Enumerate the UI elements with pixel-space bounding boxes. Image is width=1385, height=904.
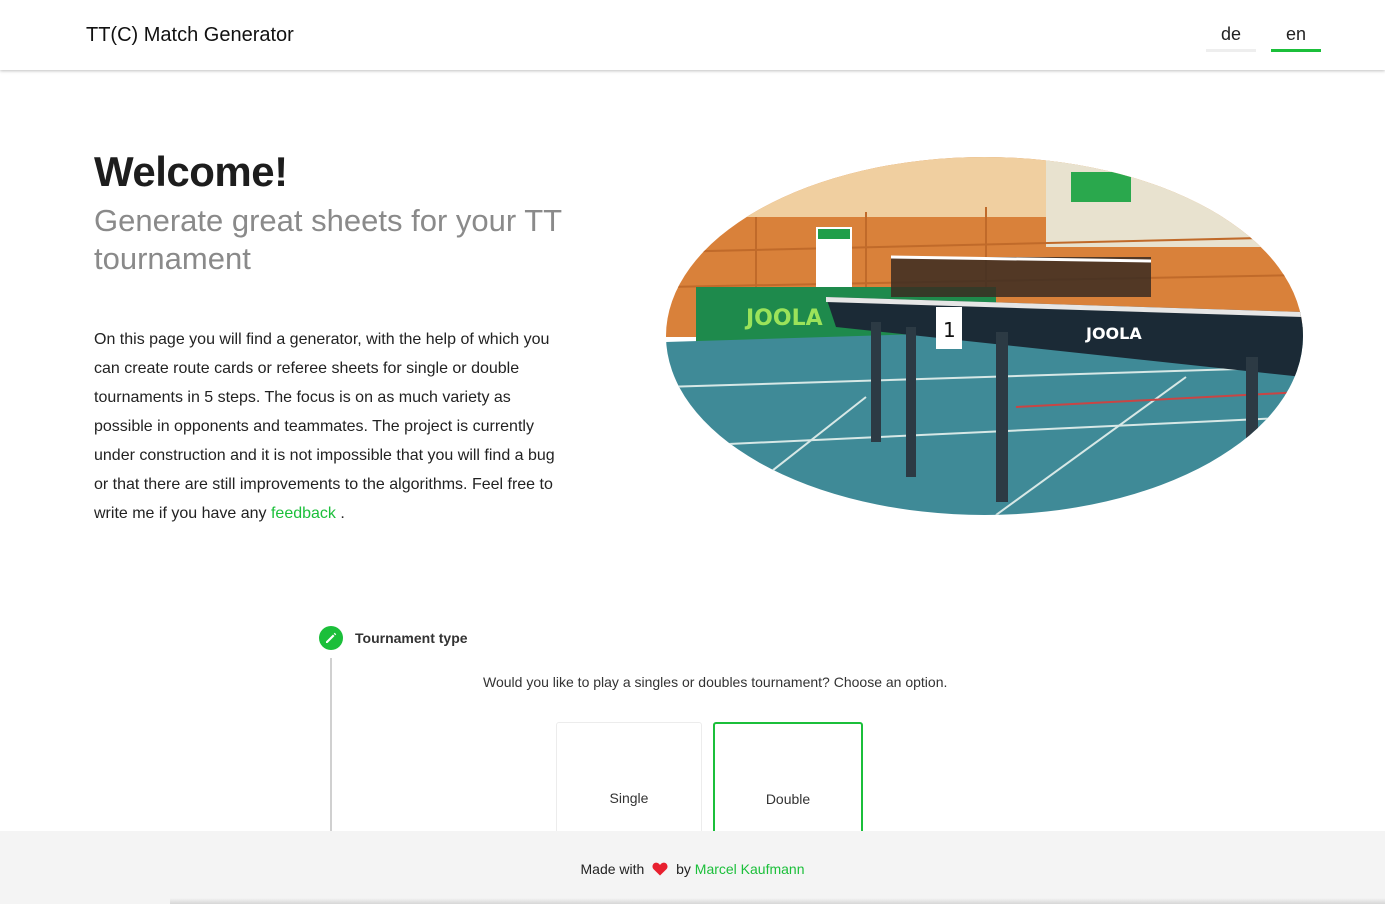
- app-title[interactable]: TT(C) Match Generator: [86, 24, 294, 47]
- author-link[interactable]: Marcel Kaufmann: [695, 861, 805, 877]
- svg-text:1: 1: [943, 318, 956, 342]
- heart-icon: [652, 862, 668, 879]
- language-tab-de[interactable]: de: [1206, 24, 1256, 52]
- step-description: Would you like to play a singles or doub…: [483, 674, 948, 690]
- intro-paragraph: On this page you will find a generator, …: [94, 325, 569, 528]
- option-double[interactable]: Double: [713, 722, 863, 840]
- page-subtitle: Generate great sheets for your TT tourna…: [94, 203, 562, 276]
- language-tab-en[interactable]: en: [1271, 24, 1321, 52]
- footer-credit: Made with by Marcel Kaufmann: [0, 861, 1385, 879]
- page-title: Welcome!: [94, 148, 288, 195]
- footer-shadow: [170, 898, 1385, 904]
- top-app-bar: TT(C) Match Generator de en: [0, 0, 1385, 70]
- step-connector: [330, 658, 332, 838]
- table-tennis-photo: JOOLA JOOLA 1: [666, 157, 1303, 515]
- feedback-link[interactable]: feedback: [271, 505, 336, 522]
- step-title[interactable]: Tournament type: [355, 630, 468, 646]
- pencil-icon: [319, 626, 343, 650]
- option-single[interactable]: Single: [556, 722, 702, 840]
- option-double-label: Double: [765, 791, 811, 807]
- intro-text: On this page you will find a generator, …: [94, 331, 555, 522]
- footer: Made with by Marcel Kaufmann: [0, 831, 1385, 904]
- svg-text:JOOLA: JOOLA: [1085, 324, 1142, 343]
- option-single-label: Single: [609, 790, 649, 806]
- by-text: by: [676, 861, 691, 877]
- made-with-text: Made with: [580, 861, 645, 877]
- svg-text:JOOLA: JOOLA: [744, 306, 823, 331]
- intro-end: .: [340, 505, 345, 522]
